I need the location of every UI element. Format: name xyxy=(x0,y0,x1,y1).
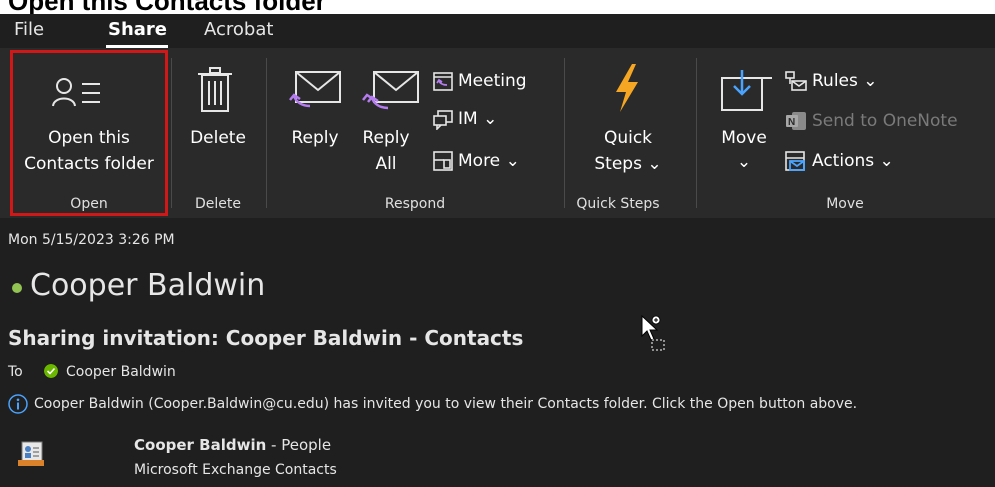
caption-strip: Open this Contacts folder xyxy=(0,0,995,14)
people-card-icon[interactable] xyxy=(16,440,46,468)
quick-steps-text: Steps xyxy=(594,154,642,174)
sender-presence-icon xyxy=(12,283,22,293)
calendar-reply-icon xyxy=(433,72,453,91)
group-separator xyxy=(266,58,267,208)
group-label-move: Move xyxy=(826,196,864,212)
im-label: IM xyxy=(458,109,478,129)
group-label-delete: Delete xyxy=(195,196,241,212)
rules-icon xyxy=(785,71,807,91)
recipient-name[interactable]: Cooper Baldwin xyxy=(66,364,176,380)
im-chevron-icon: ⌄ xyxy=(483,109,498,129)
menu-share[interactable]: Share xyxy=(108,19,167,40)
shared-folder-owner: Cooper Baldwin xyxy=(134,436,267,454)
move-chevron-icon: ⌄ xyxy=(736,152,752,172)
move-label: Move xyxy=(721,128,767,148)
info-bar-text: Cooper Baldwin (Cooper.Baldwin@cu.edu) h… xyxy=(34,396,858,412)
move-folder-icon xyxy=(721,70,772,111)
info-icon xyxy=(8,394,28,414)
group-separator xyxy=(696,58,697,208)
group-separator xyxy=(564,58,565,208)
onenote-icon: N xyxy=(786,112,806,130)
to-label: To xyxy=(8,364,23,380)
shared-folder-subtitle: Microsoft Exchange Contacts xyxy=(134,462,337,478)
send-to-onenote-label: Send to OneNote xyxy=(812,111,958,131)
more-button[interactable]: More ⌄ xyxy=(432,150,520,172)
more-chevron-icon: ⌄ xyxy=(505,151,520,171)
shared-folder-title[interactable]: Cooper Baldwin - People xyxy=(134,436,331,454)
reply-all-icon xyxy=(362,71,419,110)
menu-bar: File Share Acrobat xyxy=(0,14,995,48)
rules-chevron-icon: ⌄ xyxy=(863,71,878,91)
quick-steps-label-2: Steps ⌄ xyxy=(578,152,678,176)
menu-acrobat[interactable]: Acrobat xyxy=(204,19,273,40)
actions-icon xyxy=(785,151,805,171)
rules-label: Rules xyxy=(812,71,858,91)
meeting-button[interactable]: Meeting xyxy=(432,70,527,92)
reply-label: Reply xyxy=(291,128,339,148)
sender-name[interactable]: Cooper Baldwin xyxy=(30,268,265,303)
actions-chevron-icon: ⌄ xyxy=(879,151,894,171)
group-label-quick-steps: Quick Steps xyxy=(576,196,660,212)
send-to-onenote-button[interactable]: N Send to OneNote xyxy=(784,110,958,132)
reply-all-label-2: All xyxy=(375,154,397,174)
more-label: More xyxy=(458,151,501,171)
message-reading-pane: Mon 5/15/2023 3:26 PM Cooper Baldwin Sha… xyxy=(0,218,995,487)
lightning-bolt-icon xyxy=(616,64,638,112)
actions-button[interactable]: Actions ⌄ xyxy=(784,150,894,172)
group-label-respond: Respond xyxy=(384,196,446,212)
caption-text: Open this Contacts folder xyxy=(8,0,326,14)
more-icon xyxy=(433,151,453,171)
open-button-highlight xyxy=(10,50,168,216)
meeting-label: Meeting xyxy=(458,71,527,91)
quick-steps-chevron-icon: ⌄ xyxy=(647,154,662,174)
copy-cursor-icon xyxy=(641,314,665,351)
quick-steps-label-1: Quick xyxy=(603,128,653,148)
recipient-presence-check-icon xyxy=(44,364,58,378)
chat-icon xyxy=(433,110,453,130)
message-subject: Sharing invitation: Cooper Baldwin - Con… xyxy=(8,326,524,350)
reply-icon xyxy=(289,71,341,108)
menu-file[interactable]: File xyxy=(14,19,44,40)
message-date: Mon 5/15/2023 3:26 PM xyxy=(8,232,175,248)
svg-text:N: N xyxy=(788,117,795,128)
trash-icon xyxy=(198,67,232,112)
rules-button[interactable]: Rules ⌄ xyxy=(784,70,878,92)
group-separator xyxy=(171,58,172,208)
reply-all-label-1: Reply xyxy=(362,128,410,148)
actions-label: Actions xyxy=(812,151,875,171)
delete-label: Delete xyxy=(190,128,246,148)
shared-folder-type: - People xyxy=(266,436,332,454)
im-button[interactable]: IM ⌄ xyxy=(432,108,497,130)
